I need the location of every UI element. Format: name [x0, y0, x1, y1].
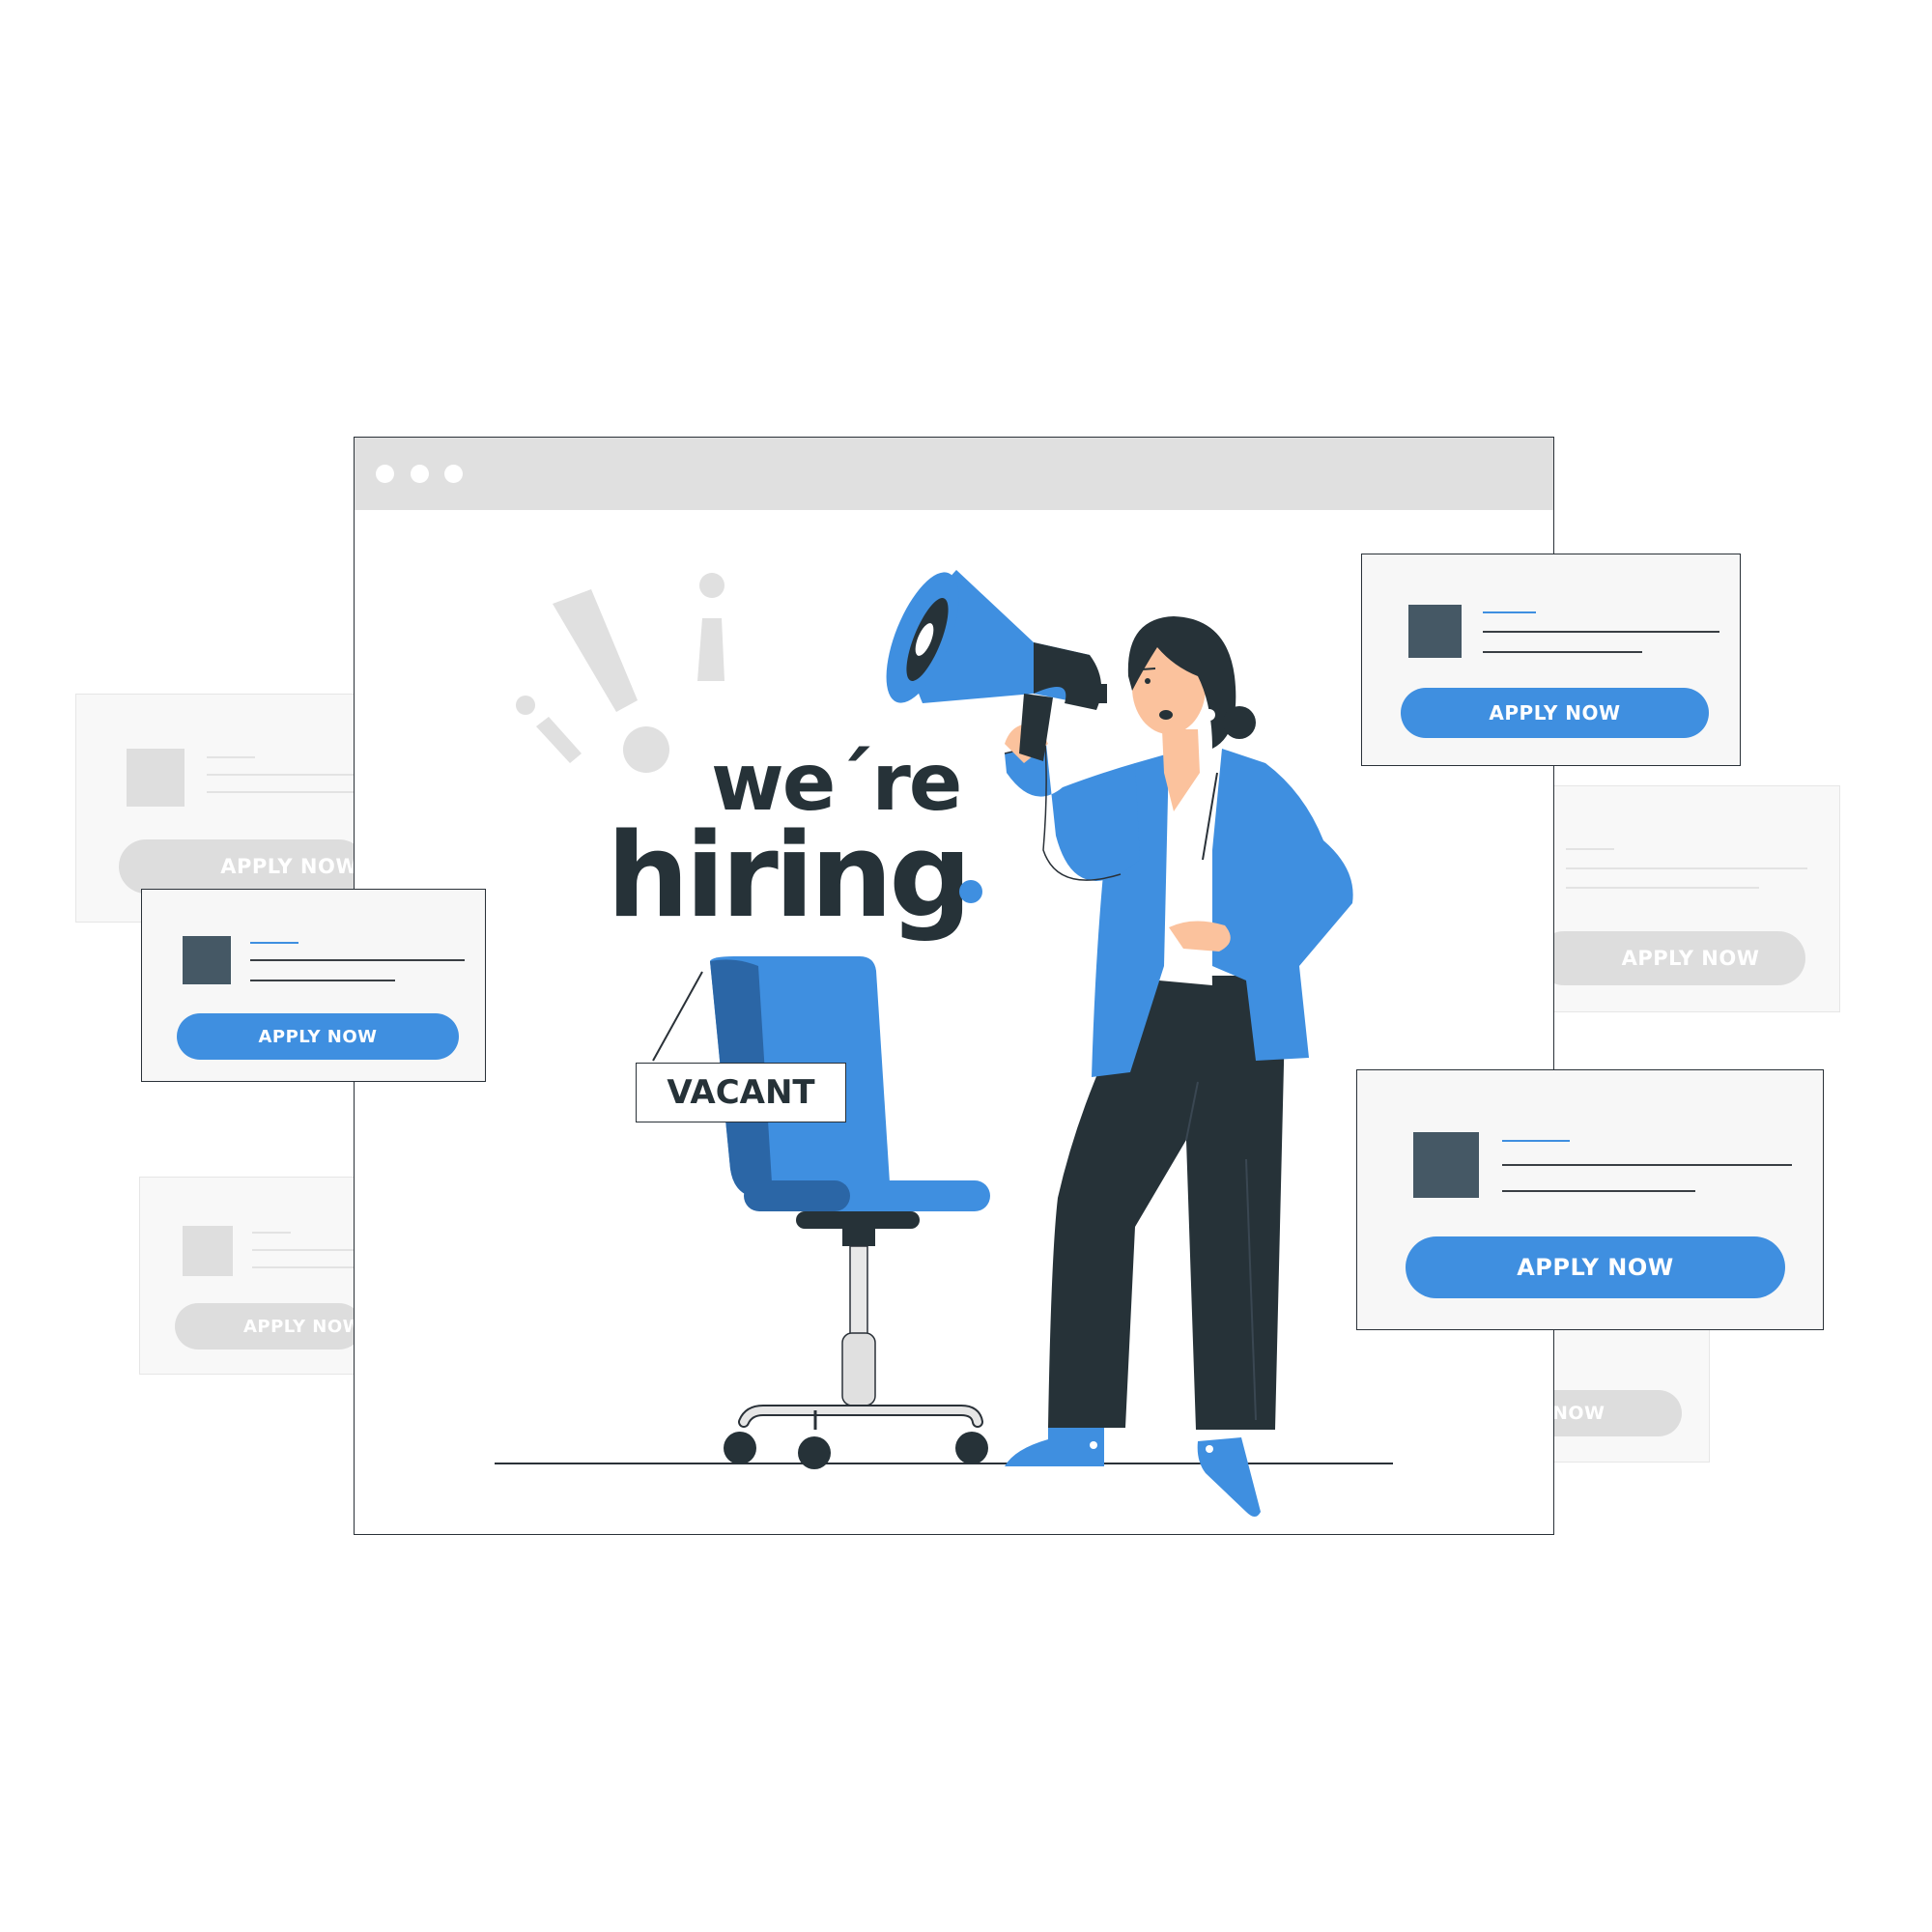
job-line: [1483, 631, 1719, 633]
apply-now-button[interactable]: APPLY NOW: [177, 1013, 459, 1060]
job-card-right-top: APPLY NOW: [1361, 554, 1741, 766]
job-line: [250, 959, 465, 961]
job-line: [1483, 651, 1642, 653]
apply-now-button[interactable]: APPLY NOW: [1406, 1236, 1785, 1298]
job-line: [1502, 1190, 1695, 1192]
job-line: [250, 980, 395, 981]
job-card-right-bottom: APPLY NOW: [1356, 1069, 1824, 1330]
job-thumbnail: [1408, 605, 1462, 658]
job-line-accent: [1502, 1140, 1570, 1142]
job-thumbnail: [1413, 1132, 1479, 1198]
job-line-accent: [1483, 611, 1536, 613]
job-card-left: APPLY NOW: [141, 889, 486, 1082]
job-line: [1502, 1164, 1792, 1166]
job-line-accent: [250, 942, 298, 944]
job-thumbnail: [183, 936, 231, 984]
apply-now-button[interactable]: APPLY NOW: [1401, 688, 1709, 738]
